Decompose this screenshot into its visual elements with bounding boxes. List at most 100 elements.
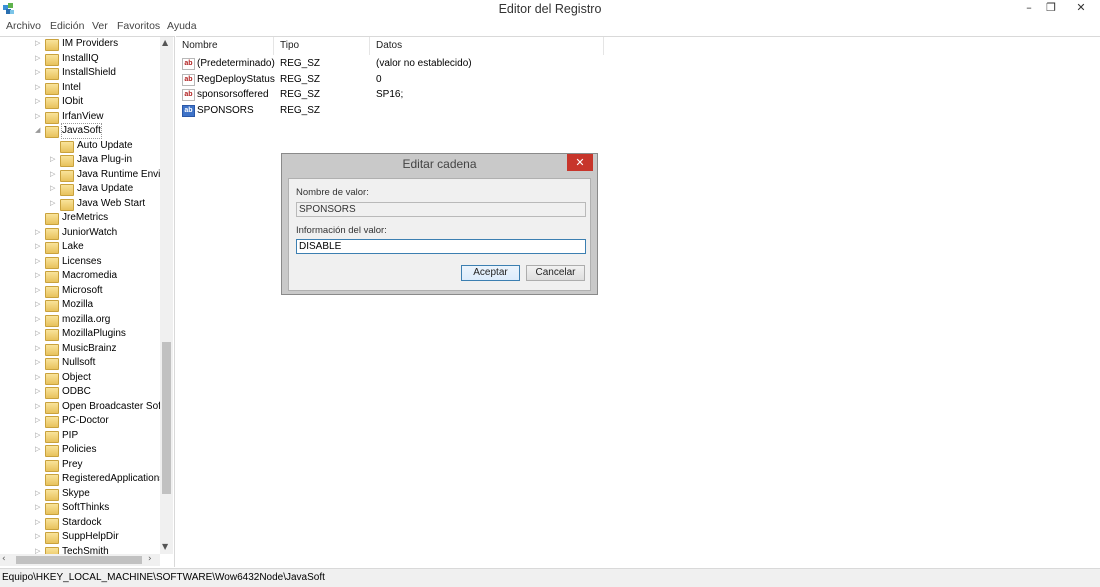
expand-arrow-icon[interactable]: ▷ <box>35 37 43 51</box>
folder-icon <box>45 39 59 51</box>
column-header-name[interactable]: Nombre <box>176 37 274 55</box>
tree-item[interactable]: ▷ ODBC <box>0 385 160 399</box>
scroll-down-icon[interactable]: ▼ <box>162 542 168 551</box>
tree-item[interactable]: ▷ Microsoft <box>0 284 160 298</box>
expand-arrow-icon[interactable]: ▷ <box>35 530 43 544</box>
column-header-type[interactable]: Tipo <box>274 37 370 55</box>
expand-arrow-icon[interactable]: ▷ <box>35 269 43 283</box>
tree-item[interactable]: ▷ InstallShield <box>0 66 160 80</box>
folder-icon <box>45 372 59 385</box>
menu-favoritos[interactable]: Favoritos <box>117 20 160 32</box>
tree-item-label: JuniorWatch <box>62 226 118 238</box>
expand-arrow-icon[interactable]: ▷ <box>50 182 58 196</box>
expand-arrow-icon[interactable]: ▷ <box>35 95 43 109</box>
value-data-input[interactable]: DISABLE <box>296 239 586 254</box>
string-value-icon: ab <box>182 58 195 70</box>
tree-item[interactable]: ▷ Java Web Start <box>0 197 160 211</box>
tree-vertical-scrollbar[interactable]: ▲ ▼ <box>160 37 173 554</box>
expand-arrow-icon[interactable]: ▷ <box>35 429 43 443</box>
tree-item[interactable]: ▷ Object <box>0 371 160 385</box>
value-row[interactable]: ab SPONSORS REG_SZ <box>176 103 776 118</box>
tree-item[interactable]: ▷ PIP <box>0 429 160 443</box>
tree-item[interactable]: ▷ Macromedia <box>0 269 160 283</box>
expand-arrow-icon[interactable]: ▷ <box>35 371 43 385</box>
expand-arrow-icon[interactable]: ▷ <box>35 342 43 356</box>
tree-item[interactable]: ▷ PC-Doctor <box>0 414 160 428</box>
tree-item[interactable]: ▷ Lake <box>0 240 160 254</box>
hscroll-thumb[interactable] <box>16 556 142 564</box>
tree-item[interactable]: Prey <box>0 458 160 472</box>
expand-arrow-icon[interactable]: ◢ <box>35 124 43 138</box>
menu-ayuda[interactable]: Ayuda <box>167 20 197 32</box>
tree-item[interactable]: ▷ Java Plug-in <box>0 153 160 167</box>
scroll-up-icon[interactable]: ▲ <box>162 38 168 47</box>
tree-item[interactable]: ▷ Stardock <box>0 516 160 530</box>
expand-arrow-icon[interactable]: ▷ <box>35 110 43 124</box>
tree-item[interactable]: ▷ Intel <box>0 81 160 95</box>
value-row[interactable]: ab RegDeployStatus REG_SZ 0 <box>176 72 776 87</box>
dialog-close-button[interactable]: ✕ <box>567 154 593 171</box>
expand-arrow-icon[interactable]: ▷ <box>35 385 43 399</box>
expand-arrow-icon[interactable]: ▷ <box>35 240 43 254</box>
values-list[interactable]: Nombre Tipo Datos ab (Predeterminado) REG_… <box>176 36 1100 567</box>
expand-arrow-icon[interactable]: ▷ <box>35 298 43 312</box>
expand-arrow-icon[interactable]: ▷ <box>50 153 58 167</box>
tree-item[interactable]: ▷ mozilla.org <box>0 313 160 327</box>
expand-arrow-icon[interactable]: ▷ <box>50 168 58 182</box>
expand-arrow-icon[interactable]: ▷ <box>35 443 43 457</box>
scroll-right-icon[interactable]: › <box>148 554 152 564</box>
close-window-button[interactable]: ✕ <box>1062 0 1100 18</box>
expand-arrow-icon[interactable]: ▷ <box>35 52 43 66</box>
tree-item[interactable]: ◢ JavaSoft <box>0 123 160 139</box>
expand-arrow-icon[interactable]: ▷ <box>35 66 43 80</box>
expand-arrow-icon[interactable]: ▷ <box>35 516 43 530</box>
value-row[interactable]: ab sponsorsoffered REG_SZ SP16; <box>176 87 776 102</box>
tree-item[interactable]: ▷ JuniorWatch <box>0 226 160 240</box>
tree-item-label: ODBC <box>62 386 91 397</box>
tree-item[interactable]: ▷ IObit <box>0 95 160 109</box>
tree-item[interactable]: ▷ SuppHelpDir <box>0 530 160 544</box>
expand-arrow-icon[interactable]: ▷ <box>35 356 43 370</box>
expand-arrow-icon[interactable]: ▷ <box>35 313 43 327</box>
cancel-button[interactable]: Cancelar <box>526 265 585 281</box>
expand-arrow-icon[interactable]: ▷ <box>35 414 43 428</box>
tree-horizontal-scrollbar[interactable]: ‹ › <box>0 554 160 566</box>
tree-item[interactable]: ▷ MozillaPlugins <box>0 327 160 341</box>
tree-item[interactable]: ▷ Open Broadcaster Softw <box>0 400 171 414</box>
maximize-button[interactable]: ❐ <box>1040 0 1062 18</box>
expand-arrow-icon[interactable]: ▷ <box>35 327 43 341</box>
tree-item[interactable]: ▷ IM Providers <box>0 37 160 51</box>
expand-arrow-icon[interactable]: ▷ <box>35 487 43 501</box>
tree-item[interactable]: ▷ Licenses <box>0 255 160 269</box>
tree-item[interactable]: ▷ Mozilla <box>0 298 160 312</box>
ok-button[interactable]: Aceptar <box>461 265 520 281</box>
menu-archivo[interactable]: Archivo <box>6 20 41 32</box>
tree-item[interactable]: ▷ Java Update <box>0 182 160 196</box>
tree-item[interactable]: JreMetrics <box>0 211 160 225</box>
tree-item[interactable]: ▷ InstallIQ <box>0 52 160 66</box>
tree-item[interactable]: ▷ Nullsoft <box>0 356 160 370</box>
tree-item[interactable]: ▷ Policies <box>0 443 160 457</box>
tree-item[interactable]: Auto Update <box>0 139 160 153</box>
expand-arrow-icon[interactable]: ▷ <box>35 284 43 298</box>
scroll-left-icon[interactable]: ‹ <box>2 554 6 564</box>
scroll-thumb[interactable] <box>162 342 171 494</box>
expand-arrow-icon[interactable]: ▷ <box>35 226 43 240</box>
minimize-button[interactable]: – <box>1018 0 1040 18</box>
tree-item[interactable]: ▷ MusicBrainz <box>0 342 160 356</box>
tree-item[interactable]: ▷ SoftThinks <box>0 501 160 515</box>
column-header-data[interactable]: Datos <box>370 37 604 55</box>
tree-item[interactable]: RegisteredApplications <box>0 472 164 486</box>
expand-arrow-icon[interactable]: ▷ <box>50 197 58 211</box>
menu-edicion[interactable]: Edición <box>50 20 84 32</box>
registry-tree[interactable]: ▷ IM Providers ▷ InstallIQ ▷ InstallShield ▷ In… <box>0 36 175 567</box>
expand-arrow-icon[interactable]: ▷ <box>35 255 43 269</box>
tree-item[interactable]: ▷ Skype <box>0 487 160 501</box>
expand-arrow-icon[interactable]: ▷ <box>35 501 43 515</box>
value-row[interactable]: ab (Predeterminado) REG_SZ (valor no establ… <box>176 56 776 71</box>
tree-item[interactable]: ▷ Java Runtime Enviro <box>0 168 169 182</box>
menu-ver[interactable]: Ver <box>92 20 108 32</box>
expand-arrow-icon[interactable]: ▷ <box>35 400 43 414</box>
expand-arrow-icon[interactable]: ▷ <box>35 81 43 95</box>
tree-item[interactable]: ▷ IrfanView <box>0 110 160 124</box>
